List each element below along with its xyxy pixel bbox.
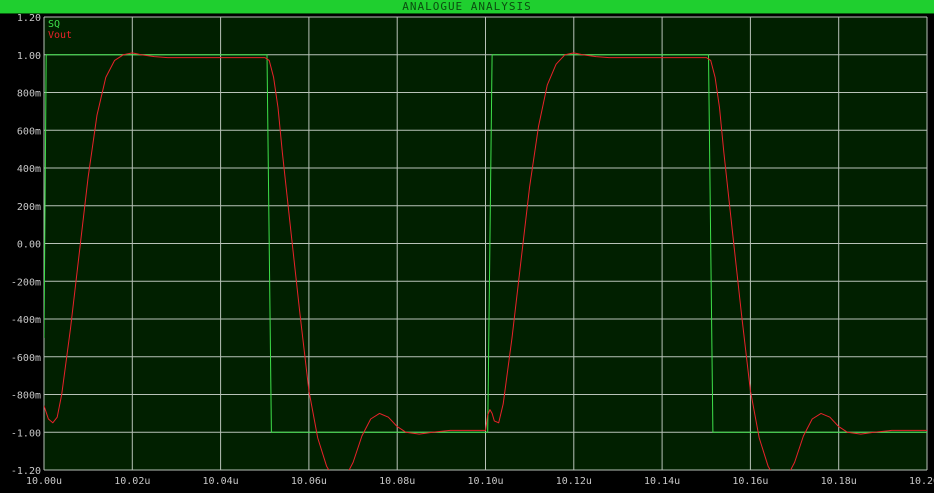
legend-entry-sq: SQ bbox=[48, 19, 60, 30]
x-tick-label: 10.16u bbox=[732, 476, 768, 487]
x-tick-label: 10.10u bbox=[467, 476, 503, 487]
y-tick-label: 1.20 bbox=[17, 14, 41, 24]
y-tick-label: -800m bbox=[11, 391, 41, 402]
title-bar[interactable]: ANALOGUE ANALYSIS bbox=[0, 0, 934, 14]
y-tick-label: 0.00 bbox=[17, 240, 41, 251]
window-title: ANALOGUE ANALYSIS bbox=[402, 0, 532, 13]
x-axis-ticks: 10.00u 10.02u 10.04u 10.06u 10.08u 10.10u 10.1… bbox=[26, 476, 934, 487]
x-tick-label: 10.02u bbox=[114, 476, 150, 487]
analogue-analysis-window: ANALOGUE ANALYSIS 1.20 1.00 800m 600m 400m 20… bbox=[0, 0, 934, 493]
x-tick-label: 10.04u bbox=[203, 476, 239, 487]
x-tick-label: 10.08u bbox=[379, 476, 415, 487]
y-tick-label: 400m bbox=[17, 164, 41, 175]
y-tick-label: 800m bbox=[17, 89, 41, 100]
y-tick-label: -400m bbox=[11, 315, 41, 326]
y-tick-label: 1.00 bbox=[17, 51, 41, 62]
x-tick-label: 10.14u bbox=[644, 476, 680, 487]
x-tick-label: 10.00u bbox=[26, 476, 62, 487]
y-tick-label: 600m bbox=[17, 126, 41, 137]
x-tick-label: 10.06u bbox=[291, 476, 327, 487]
y-tick-label: -200m bbox=[11, 277, 41, 288]
y-axis-ticks: 1.20 1.00 800m 600m 400m 200m 0.00 -200m -400m -6… bbox=[11, 14, 41, 477]
y-tick-label: 200m bbox=[17, 202, 41, 213]
x-tick-label: 10.18u bbox=[821, 476, 857, 487]
y-tick-label: -600m bbox=[11, 353, 41, 364]
x-tick-label: 10.20u bbox=[909, 476, 934, 487]
x-tick-label: 10.12u bbox=[556, 476, 592, 487]
legend-entry-vout: Vout bbox=[48, 30, 72, 41]
waveform-chart[interactable]: 1.20 1.00 800m 600m 400m 200m 0.00 -200m -400m -6… bbox=[0, 14, 934, 493]
y-tick-label: -1.00 bbox=[11, 428, 41, 439]
